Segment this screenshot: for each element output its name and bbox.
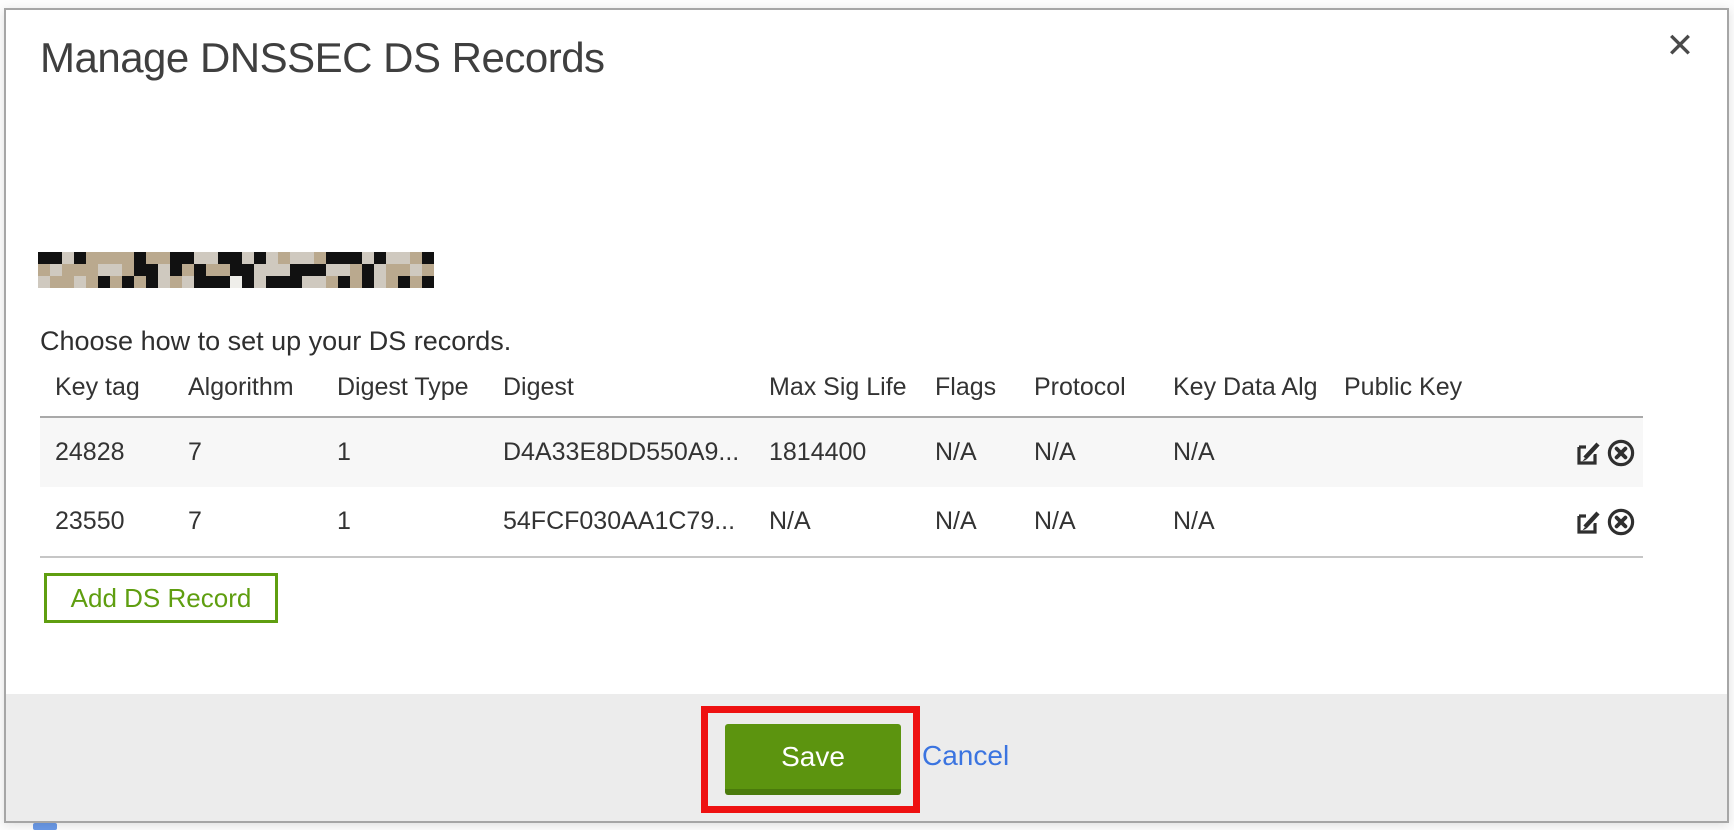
- cell-flags: N/A: [935, 487, 1034, 557]
- delete-record-icon[interactable]: [1605, 437, 1637, 469]
- modal-footer: Save Cancel: [6, 694, 1727, 821]
- col-header-key-data-alg: Key Data Alg: [1173, 368, 1344, 417]
- col-header-max-sig-life: Max Sig Life: [769, 368, 935, 417]
- page-background: ✕ Manage DNSSEC DS Records Choose how to…: [0, 0, 1734, 830]
- cell-protocol: N/A: [1034, 487, 1173, 557]
- delete-record-icon[interactable]: [1605, 506, 1637, 538]
- col-header-algorithm: Algorithm: [188, 368, 337, 417]
- manage-dnssec-modal: ✕ Manage DNSSEC DS Records Choose how to…: [4, 8, 1729, 823]
- col-header-digest: Digest: [503, 368, 769, 417]
- col-header-protocol: Protocol: [1034, 368, 1173, 417]
- save-button[interactable]: Save: [725, 724, 901, 795]
- col-header-public-key: Public Key: [1344, 368, 1560, 417]
- underlying-page-artifact: [33, 823, 57, 830]
- cell-max-sig-life: N/A: [769, 487, 935, 557]
- table-row: 24828 7 1 D4A33E8DD550A9... 1814400 N/A …: [40, 417, 1643, 487]
- cell-digest: D4A33E8DD550A9...: [503, 417, 769, 487]
- cell-key-data-alg: N/A: [1173, 487, 1344, 557]
- edit-record-icon[interactable]: [1573, 437, 1605, 469]
- cell-key-data-alg: N/A: [1173, 417, 1344, 487]
- ds-records-table: Key tag Algorithm Digest Type Digest Max…: [40, 368, 1643, 558]
- col-header-key-tag: Key tag: [40, 368, 188, 417]
- edit-record-icon[interactable]: [1573, 506, 1605, 538]
- cell-public-key: [1344, 487, 1560, 557]
- col-header-actions: [1560, 368, 1643, 417]
- modal-title: Manage DNSSEC DS Records: [40, 34, 605, 82]
- row-actions: [1560, 417, 1643, 487]
- cell-digest-type: 1: [337, 487, 503, 557]
- cell-key-tag: 24828: [40, 417, 188, 487]
- cell-max-sig-life: 1814400: [769, 417, 935, 487]
- row-actions: [1560, 487, 1643, 557]
- cell-digest: 54FCF030AA1C79...: [503, 487, 769, 557]
- cell-flags: N/A: [935, 417, 1034, 487]
- col-header-flags: Flags: [935, 368, 1034, 417]
- instruction-text: Choose how to set up your DS records.: [40, 326, 511, 357]
- col-header-digest-type: Digest Type: [337, 368, 503, 417]
- redacted-domain-name: [38, 252, 434, 288]
- table-header-row: Key tag Algorithm Digest Type Digest Max…: [40, 368, 1643, 417]
- close-icon[interactable]: ✕: [1658, 24, 1702, 68]
- cell-digest-type: 1: [337, 417, 503, 487]
- cell-key-tag: 23550: [40, 487, 188, 557]
- cell-algorithm: 7: [188, 417, 337, 487]
- table-row: 23550 7 1 54FCF030AA1C79... N/A N/A N/A …: [40, 487, 1643, 557]
- add-ds-record-button[interactable]: Add DS Record: [44, 573, 278, 623]
- cell-algorithm: 7: [188, 487, 337, 557]
- cancel-link[interactable]: Cancel: [922, 740, 1009, 772]
- cell-public-key: [1344, 417, 1560, 487]
- cell-protocol: N/A: [1034, 417, 1173, 487]
